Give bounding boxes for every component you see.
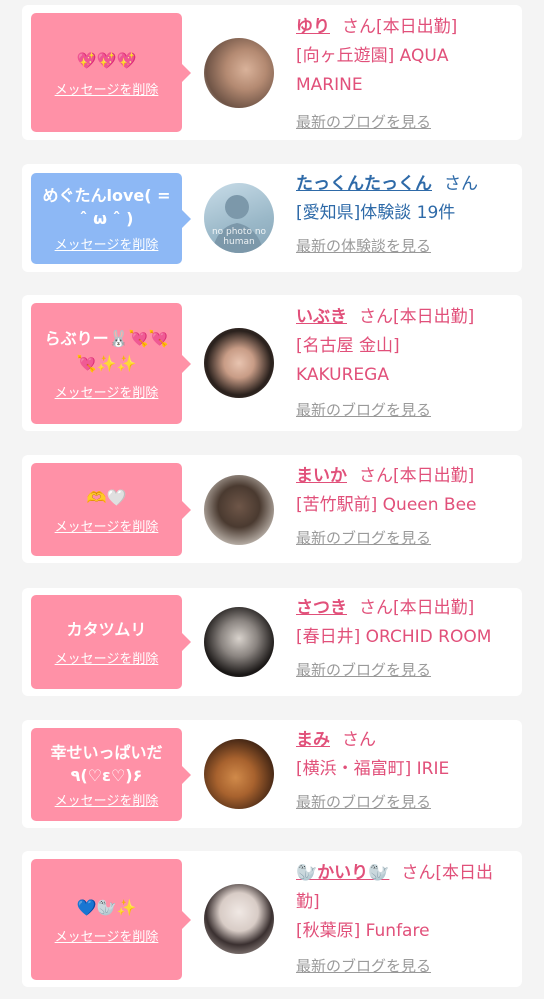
name-link[interactable]: ゆり xyxy=(296,17,330,37)
entry-info: さつき さん[本日出勤] [春日井] ORCHID ROOM 最新のブログを見る xyxy=(296,594,514,685)
message-text: めぐたんlove( = ˆ ω ˆ ) xyxy=(42,186,171,228)
avatar[interactable] xyxy=(204,607,274,677)
message-bubble: らぶりー🐰💘💘💘✨✨ メッセージを削除 xyxy=(31,303,191,424)
entry-info: たっくんたっくん さん [愛知県]体験談 19件 最新の体験談を見る xyxy=(296,170,514,261)
message-bubble: 幸せいっぱいだ٩(♡ε♡)۶ メッセージを削除 xyxy=(31,728,191,821)
honorific: さん xyxy=(444,174,478,194)
favorite-card: カタツムリ メッセージを削除 さつき さん[本日出勤] [春日井] ORCHID … xyxy=(22,588,522,696)
favorite-card: 💖💖💖 メッセージを削除 ゆり さん[本日出勤] [向ヶ丘遊園] AQUA MAR… xyxy=(22,5,522,140)
delete-message-link[interactable]: メッセージを削除 xyxy=(55,790,159,809)
blog-link[interactable]: 最新のブログを見る xyxy=(296,656,514,685)
blog-link[interactable]: 最新の体験談を見る xyxy=(296,232,514,261)
delete-message-link[interactable]: メッセージを削除 xyxy=(55,382,159,401)
name-link[interactable]: まみ xyxy=(296,730,330,750)
avatar[interactable] xyxy=(204,38,274,108)
honorific: さん[本日出勤] xyxy=(359,307,475,327)
shop-name: [横浜・福富町] IRIE xyxy=(296,759,450,779)
shop-name: [名古屋 金山] KAKUREGA xyxy=(296,336,400,385)
message-bubble: 💙🦭✨ メッセージを削除 xyxy=(31,859,191,980)
name-link[interactable]: たっくんたっくん xyxy=(296,174,432,194)
message-bubble: 💖💖💖 メッセージを削除 xyxy=(31,13,191,132)
honorific: さん[本日出勤] xyxy=(359,466,475,486)
blog-link[interactable]: 最新のブログを見る xyxy=(296,952,514,981)
honorific: さん[本日出勤] xyxy=(359,598,475,618)
shop-name: [苦竹駅前] Queen Bee xyxy=(296,495,477,515)
avatar[interactable] xyxy=(204,475,274,545)
avatar[interactable] xyxy=(204,739,274,809)
message-text: らぶりー🐰💘💘💘✨✨ xyxy=(44,329,169,373)
delete-message-link[interactable]: メッセージを削除 xyxy=(55,926,159,945)
avatar[interactable] xyxy=(204,328,274,398)
favorite-card: 🫶🤍 メッセージを削除 まいか さん[本日出勤] [苦竹駅前] Queen Bee… xyxy=(22,455,522,563)
delete-message-link[interactable]: メッセージを削除 xyxy=(55,648,159,667)
message-bubble: カタツムリ メッセージを削除 xyxy=(31,595,191,689)
message-bubble: めぐたんlove( = ˆ ω ˆ ) メッセージを削除 xyxy=(31,173,191,264)
avatar[interactable]: no photo no human xyxy=(204,183,274,253)
favorite-card: らぶりー🐰💘💘💘✨✨ メッセージを削除 いぶき さん[本日出勤] [名古屋 金山]… xyxy=(22,295,522,431)
delete-message-link[interactable]: メッセージを削除 xyxy=(55,234,159,253)
shop-name: [向ヶ丘遊園] AQUA MARINE xyxy=(296,46,449,95)
delete-message-link[interactable]: メッセージを削除 xyxy=(55,79,159,98)
message-text: 🫶🤍 xyxy=(86,487,127,507)
honorific: さん xyxy=(342,730,376,750)
entry-info: いぶき さん[本日出勤] [名古屋 金山] KAKUREGA 最新のブログを見る xyxy=(296,303,514,425)
entry-info: まみ さん [横浜・福富町] IRIE 最新のブログを見る xyxy=(296,726,514,817)
favorite-card: 💙🦭✨ メッセージを削除 🦭かいり🦭 さん[本日出勤] [秋葉原] Funfare… xyxy=(22,851,522,987)
avatar[interactable] xyxy=(204,884,274,954)
delete-message-link[interactable]: メッセージを削除 xyxy=(55,516,159,535)
blog-link[interactable]: 最新のブログを見る xyxy=(296,524,514,553)
message-bubble: 🫶🤍 メッセージを削除 xyxy=(31,463,191,556)
shop-name: [春日井] ORCHID ROOM xyxy=(296,627,492,647)
entry-info: ゆり さん[本日出勤] [向ヶ丘遊園] AQUA MARINE 最新のブログを見る xyxy=(296,13,514,137)
shop-name: [愛知県]体験談 19件 xyxy=(296,203,456,223)
blog-link[interactable]: 最新のブログを見る xyxy=(296,396,514,425)
shop-name: [秋葉原] Funfare xyxy=(296,921,430,941)
blog-link[interactable]: 最新のブログを見る xyxy=(296,788,514,817)
name-link[interactable]: 🦭かいり🦭 xyxy=(296,863,389,883)
message-text: 💙🦭✨ xyxy=(76,897,137,917)
entry-info: 🦭かいり🦭 さん[本日出勤] [秋葉原] Funfare 最新のブログを見る xyxy=(296,859,514,981)
message-text: 💖💖💖 xyxy=(76,50,137,70)
message-text: カタツムリ xyxy=(66,620,147,639)
favorite-card: 幸せいっぱいだ٩(♡ε♡)۶ メッセージを削除 まみ さん [横浜・福富町] IR… xyxy=(22,720,522,828)
favorite-card: めぐたんlove( = ˆ ω ˆ ) メッセージを削除 no photo no… xyxy=(22,164,522,272)
no-photo-text: no photo no human xyxy=(211,227,267,247)
name-link[interactable]: さつき xyxy=(296,598,347,618)
entry-info: まいか さん[本日出勤] [苦竹駅前] Queen Bee 最新のブログを見る xyxy=(296,462,514,553)
honorific: さん[本日出勤] xyxy=(342,17,458,37)
message-text: 幸せいっぱいだ٩(♡ε♡)۶ xyxy=(50,742,163,785)
blog-link[interactable]: 最新のブログを見る xyxy=(296,108,514,137)
name-link[interactable]: まいか xyxy=(296,466,347,486)
name-link[interactable]: いぶき xyxy=(296,307,347,327)
